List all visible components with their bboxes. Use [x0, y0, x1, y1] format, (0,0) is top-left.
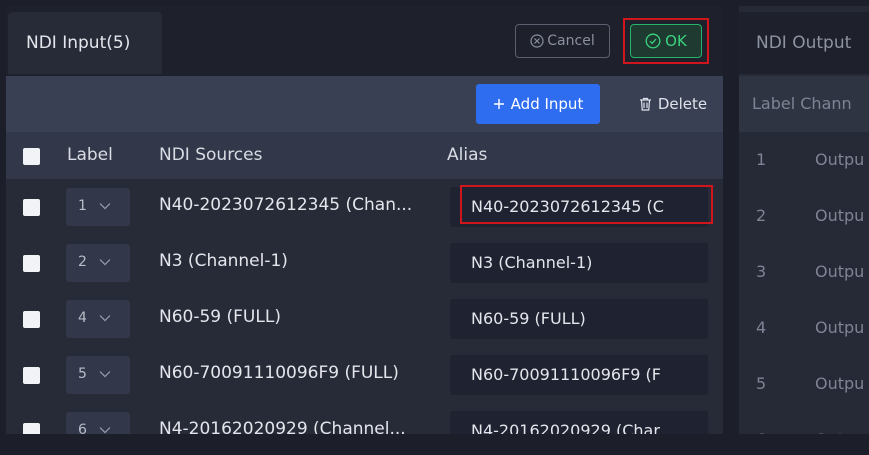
- delete-label: Delete: [657, 95, 708, 113]
- output-row: 3 Outpu: [739, 244, 869, 300]
- delete-button[interactable]: Delete: [628, 84, 718, 124]
- chevron-down-icon: [99, 371, 111, 378]
- tab-ndi-input[interactable]: NDI Input(5): [8, 12, 162, 74]
- label-value: 4: [78, 310, 87, 326]
- ndi-source: N40-2023072612345 (Chan...: [159, 195, 413, 215]
- output-label: 2: [756, 206, 767, 225]
- ndi-source: N60-70091110096F9 (FULL): [159, 363, 399, 383]
- output-channel: Outpu: [815, 262, 865, 281]
- output-channel: Outpu: [815, 206, 865, 225]
- row-checkbox[interactable]: [23, 311, 40, 328]
- chevron-down-icon: [99, 315, 111, 322]
- check-circle-icon: [645, 33, 661, 49]
- chevron-down-icon: [99, 259, 111, 266]
- output-label: 1: [756, 150, 767, 169]
- row-checkbox[interactable]: [23, 255, 40, 272]
- label-select[interactable]: 2: [66, 244, 130, 282]
- add-input-label: Add Input: [510, 95, 584, 113]
- output-row: 4 Outpu: [739, 300, 869, 356]
- column-alias-header: Alias: [447, 145, 488, 165]
- ndi-output-panel: NDI Output Label Chann 1 Outpu 2 Outpu 3…: [739, 6, 869, 455]
- chevron-down-icon: [99, 203, 111, 210]
- output-row: 1 Outpu: [739, 132, 869, 188]
- output-channel: Outpu: [815, 374, 865, 393]
- table-row: 5 N60-70091110096F9 (FULL) N60-700911100…: [6, 347, 723, 404]
- label-select[interactable]: 1: [66, 188, 130, 226]
- plus-icon: [493, 99, 504, 109]
- input-toolbar: Add Input Delete: [6, 76, 723, 132]
- output-table-header: Label Chann: [752, 94, 852, 113]
- ndi-input-panel: NDI Input(5) Cancel OK Add Input Delete …: [6, 6, 723, 455]
- ndi-source: N3 (Channel-1): [159, 251, 288, 271]
- label-value: 2: [78, 254, 87, 270]
- output-row: 5 Outpu: [739, 356, 869, 412]
- add-input-button[interactable]: Add Input: [476, 84, 600, 124]
- select-all-checkbox[interactable]: [23, 148, 40, 165]
- cancel-label: Cancel: [547, 33, 595, 49]
- output-row: 2 Outpu: [739, 188, 869, 244]
- alias-highlight-box: [460, 185, 713, 224]
- row-checkbox[interactable]: [23, 367, 40, 384]
- table-header: Label NDI Sources Alias: [6, 132, 723, 179]
- table-row: 4 N60-59 (FULL) N60-59 (FULL): [6, 291, 723, 348]
- column-sources-header: NDI Sources: [159, 145, 263, 165]
- ok-button[interactable]: OK: [630, 24, 702, 58]
- label-select[interactable]: 5: [66, 356, 130, 394]
- label-value: 5: [78, 366, 87, 382]
- tab-ndi-output[interactable]: NDI Output: [739, 12, 869, 74]
- trash-icon: [639, 97, 651, 111]
- bottom-strip: [0, 434, 869, 455]
- ndi-source: N60-59 (FULL): [159, 307, 281, 327]
- chevron-down-icon: [99, 427, 111, 434]
- column-label-header: Label: [67, 145, 113, 165]
- tab-bar: NDI Input(5) Cancel OK: [6, 6, 723, 76]
- label-select[interactable]: 4: [66, 300, 130, 338]
- output-label: 3: [756, 262, 767, 281]
- output-channel: Outpu: [815, 150, 865, 169]
- output-label: 5: [756, 374, 767, 393]
- cancel-button[interactable]: Cancel: [515, 24, 610, 58]
- output-label: 4: [756, 318, 767, 337]
- output-channel: Outpu: [815, 318, 865, 337]
- alias-input[interactable]: N3 (Channel-1): [450, 243, 708, 283]
- alias-input[interactable]: N60-70091110096F9 (F: [450, 355, 708, 395]
- ok-label: OK: [665, 32, 687, 50]
- label-value: 1: [78, 198, 87, 214]
- alias-input[interactable]: N60-59 (FULL): [450, 299, 708, 339]
- cancel-icon: [530, 34, 544, 48]
- row-checkbox[interactable]: [23, 199, 40, 216]
- table-row: 2 N3 (Channel-1) N3 (Channel-1): [6, 235, 723, 292]
